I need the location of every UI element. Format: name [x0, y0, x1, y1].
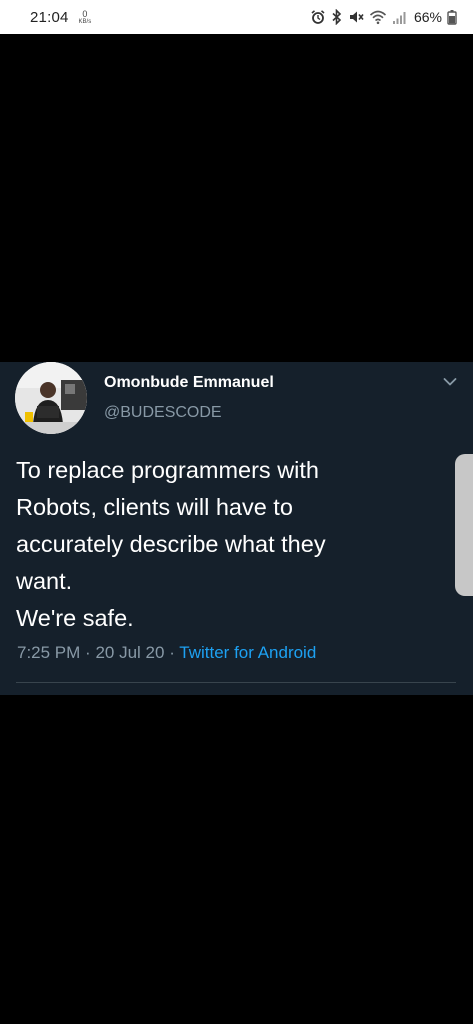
signal-icon: [392, 9, 406, 25]
tweet-text-line: Robots, clients will have to: [16, 494, 293, 520]
bluetooth-icon: [331, 9, 343, 25]
tweet-text-line: accurately describe what they: [16, 531, 326, 557]
battery-percent: 66%: [413, 9, 442, 25]
tweet-text-line: want.: [16, 568, 73, 594]
net-speed-value: 0: [82, 8, 88, 19]
status-right: 66%: [310, 9, 457, 25]
status-bar: 21:04 0 KB/s 66%: [0, 0, 473, 34]
tweet-time: 7:25 PM: [17, 643, 81, 662]
edge-panel-handle[interactable]: [455, 454, 473, 596]
battery-icon: [447, 9, 457, 25]
user-handle[interactable]: @BUDESCODE: [104, 404, 222, 422]
chevron-down-icon[interactable]: [440, 372, 460, 392]
wifi-icon: [369, 9, 387, 25]
mute-icon: [348, 9, 364, 25]
tweet-card[interactable]: Omonbude Emmanuel @BUDESCODE To replace …: [0, 362, 473, 695]
tweet-source-link[interactable]: Twitter for Android: [179, 643, 316, 662]
status-time: 21:04: [30, 8, 69, 26]
avatar[interactable]: [15, 362, 87, 434]
alarm-icon: [310, 9, 326, 25]
tweet-text: To replace programmers with Robots, clie…: [16, 452, 436, 637]
tweet-date: 20 Jul 20: [95, 643, 165, 662]
net-speed-unit: KB/s: [78, 18, 92, 25]
tweet-meta: 7:25 PM · 20 Jul 20 · Twitter for Androi…: [17, 643, 316, 663]
tweet-text-line: We're safe.: [16, 605, 134, 631]
tweet-text-line: To replace programmers with: [16, 457, 319, 483]
screen: 21:04 0 KB/s 66% Omonbude Emmanuel @BUDE…: [0, 0, 473, 1024]
status-left: 21:04 0 KB/s: [30, 9, 91, 26]
meta-separator: ·: [85, 643, 91, 662]
meta-separator: ·: [169, 643, 175, 662]
display-name[interactable]: Omonbude Emmanuel: [104, 374, 274, 392]
net-speed-indicator: 0 KB/s: [78, 8, 92, 25]
divider: [16, 682, 456, 683]
